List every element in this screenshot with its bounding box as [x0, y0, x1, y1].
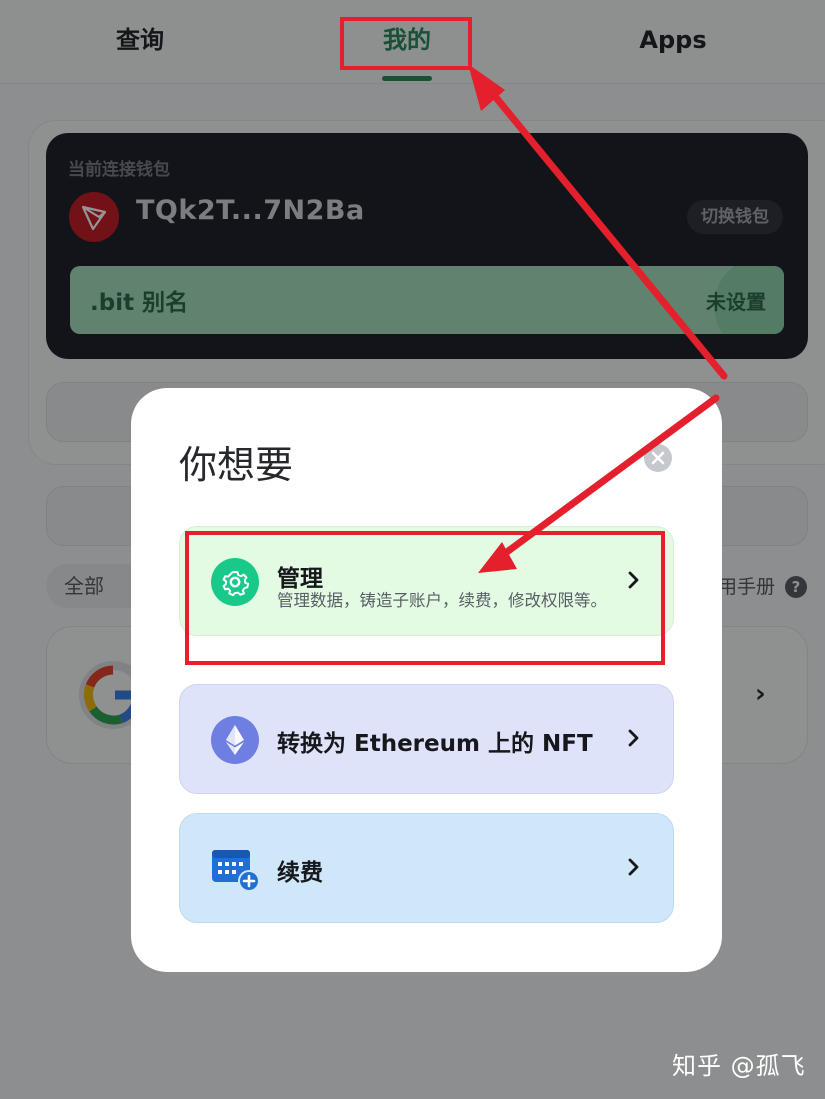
- watermark: 知乎 @孤飞: [672, 1052, 806, 1080]
- arrow-to-manage-option: [492, 394, 720, 564]
- arrow-to-mine-tab: [476, 74, 728, 380]
- annotation-arrows: [468, 64, 728, 573]
